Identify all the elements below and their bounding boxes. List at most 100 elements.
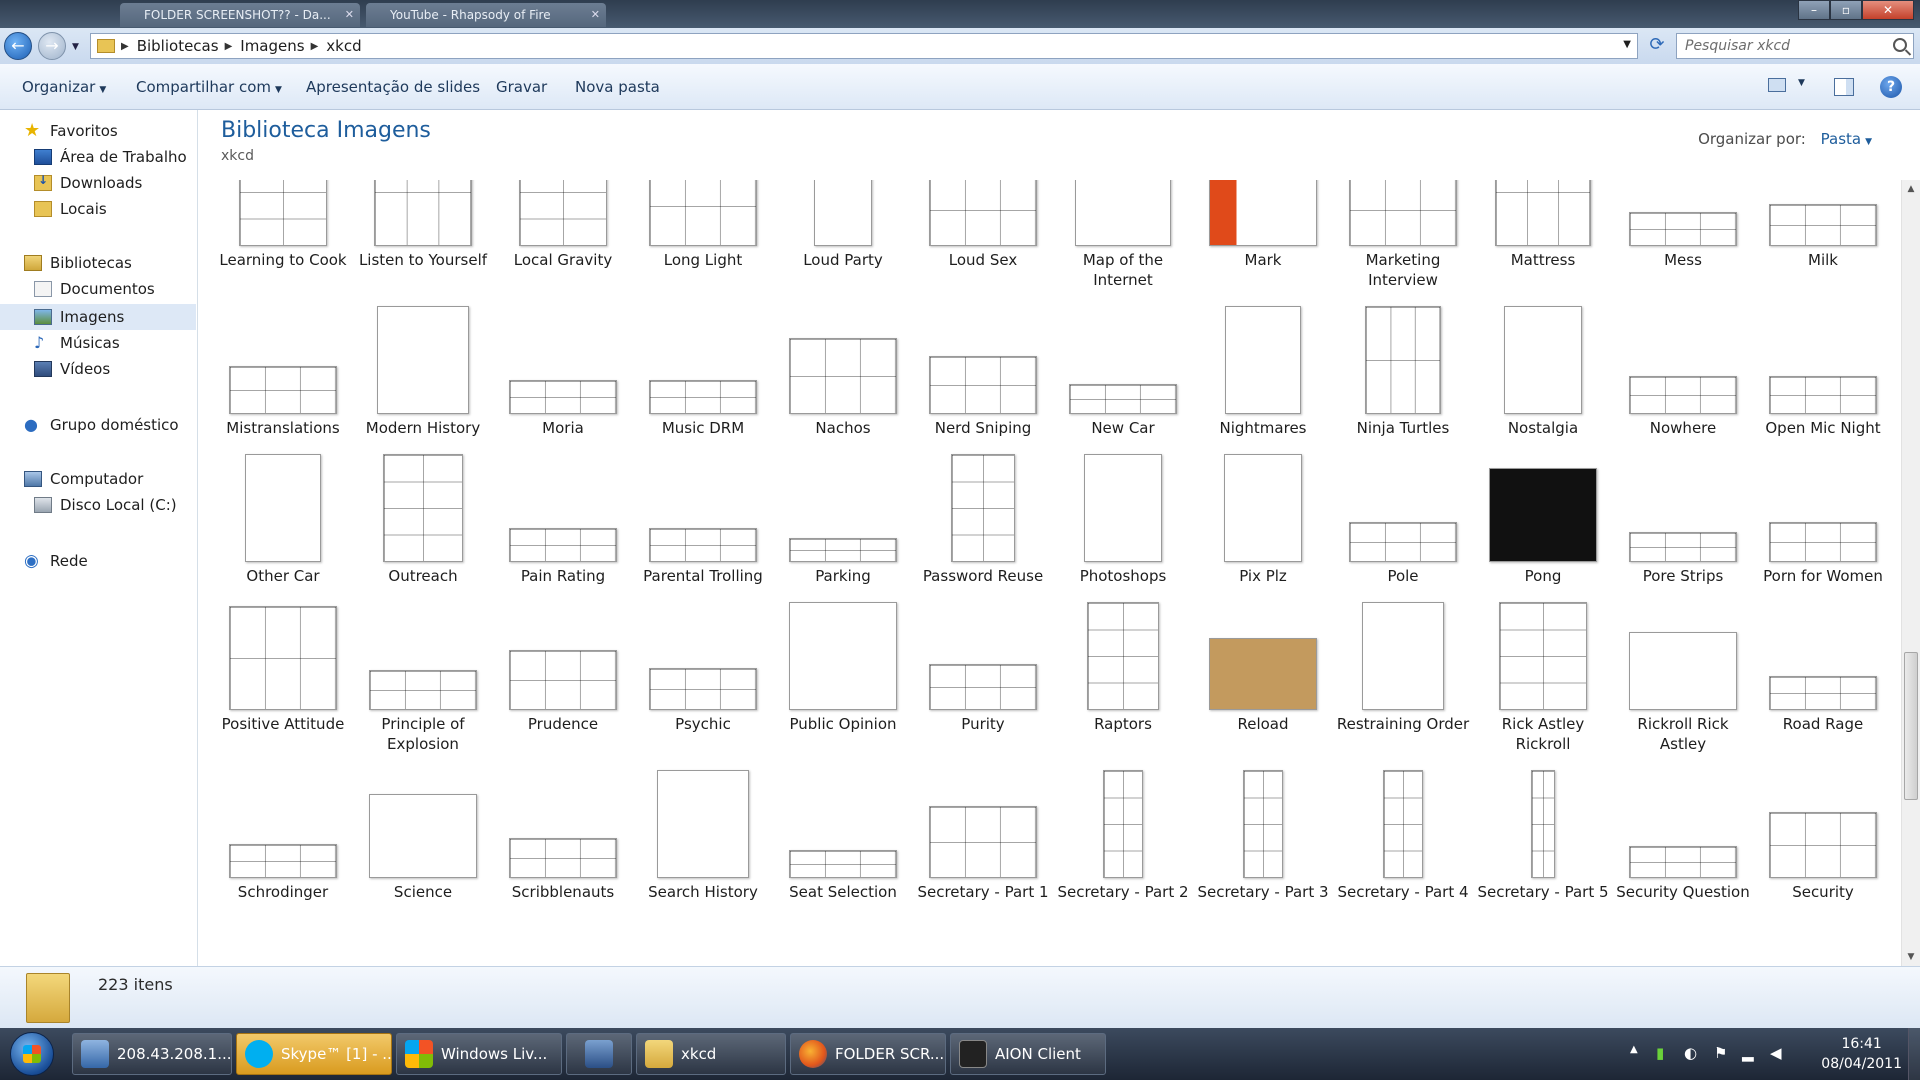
image-thumbnail[interactable] bbox=[657, 770, 749, 878]
image-thumbnail[interactable] bbox=[1769, 522, 1877, 562]
sidebar-item-music[interactable]: ♪ Músicas bbox=[0, 330, 196, 356]
image-thumbnail[interactable] bbox=[789, 602, 897, 710]
search-icon[interactable] bbox=[1893, 38, 1907, 52]
signal-icon[interactable]: ▮ bbox=[1656, 1044, 1664, 1062]
start-button[interactable] bbox=[10, 1032, 54, 1076]
breadcrumb-imagens[interactable]: Imagens bbox=[240, 37, 304, 55]
image-thumbnail[interactable] bbox=[1489, 468, 1597, 562]
image-thumbnail[interactable] bbox=[1629, 212, 1737, 246]
image-thumbnail[interactable] bbox=[1224, 454, 1302, 562]
image-thumbnail[interactable] bbox=[649, 528, 757, 562]
maximize-button[interactable]: ▫ bbox=[1830, 0, 1862, 20]
image-thumbnail[interactable] bbox=[1629, 532, 1737, 562]
scroll-up-icon[interactable]: ▲ bbox=[1902, 180, 1920, 198]
show-desktop-button[interactable] bbox=[1908, 1028, 1920, 1080]
image-thumbnail[interactable] bbox=[1349, 522, 1457, 562]
image-thumbnail[interactable] bbox=[789, 850, 897, 878]
image-thumbnail[interactable] bbox=[509, 528, 617, 562]
image-thumbnail[interactable] bbox=[789, 538, 897, 562]
breadcrumb-bibliotecas[interactable]: Bibliotecas bbox=[137, 37, 219, 55]
image-thumbnail[interactable] bbox=[1629, 376, 1737, 414]
address-field[interactable]: ▶ Bibliotecas ▶ Imagens ▶ xkcd ▼ bbox=[90, 33, 1638, 59]
image-thumbnail[interactable] bbox=[951, 454, 1015, 562]
chevron-down-icon[interactable]: ▼ bbox=[1798, 78, 1805, 88]
chevron-down-icon[interactable]: ▼ bbox=[1623, 39, 1631, 50]
taskbar-button-skype[interactable]: Skype™ [1] - ... bbox=[236, 1033, 392, 1075]
sidebar-item-local-disk[interactable]: Disco Local (C:) bbox=[0, 492, 196, 518]
image-thumbnail[interactable] bbox=[509, 380, 617, 414]
chevron-up-icon[interactable]: ▲ bbox=[1630, 1044, 1638, 1055]
image-thumbnail[interactable] bbox=[245, 454, 321, 562]
slideshow-button[interactable]: Apresentação de slides bbox=[306, 78, 480, 96]
image-thumbnail[interactable] bbox=[814, 180, 872, 246]
image-thumbnail[interactable] bbox=[1504, 306, 1582, 414]
minimize-button[interactable]: – bbox=[1798, 0, 1830, 20]
sidebar-item-libraries[interactable]: Bibliotecas bbox=[0, 250, 196, 276]
image-thumbnail[interactable] bbox=[1769, 812, 1877, 878]
taskbar-button-remote[interactable]: 208.43.208.1... bbox=[72, 1033, 232, 1075]
image-thumbnail[interactable] bbox=[1103, 770, 1143, 878]
image-thumbnail[interactable] bbox=[229, 844, 337, 878]
image-thumbnail[interactable] bbox=[929, 356, 1037, 414]
sidebar-item-videos[interactable]: Vídeos bbox=[0, 356, 196, 382]
arrange-dropdown[interactable]: Pasta bbox=[1821, 130, 1861, 148]
sidebar-item-homegroup[interactable]: ● Grupo doméstico bbox=[0, 412, 196, 438]
organize-menu[interactable]: Organizar ▼ bbox=[22, 78, 106, 96]
browser-tab[interactable]: YouTube - Rhapsody of Fire ✕ bbox=[366, 3, 606, 27]
image-thumbnail[interactable] bbox=[383, 454, 463, 562]
sidebar-item-documents[interactable]: Documentos bbox=[0, 276, 196, 302]
preview-pane-icon[interactable] bbox=[1834, 78, 1854, 96]
sidebar-item-images[interactable]: Imagens bbox=[0, 304, 196, 330]
image-thumbnail[interactable] bbox=[369, 794, 477, 878]
taskbar-button-firefox[interactable]: FOLDER SCR... bbox=[790, 1033, 946, 1075]
image-thumbnail[interactable] bbox=[1531, 770, 1555, 878]
refresh-icon[interactable]: ⟳ bbox=[1644, 33, 1670, 59]
image-thumbnail[interactable] bbox=[1349, 180, 1457, 246]
image-thumbnail[interactable] bbox=[374, 180, 472, 246]
chevron-right-icon[interactable]: ▶ bbox=[225, 41, 233, 52]
image-thumbnail[interactable] bbox=[929, 664, 1037, 710]
image-thumbnail[interactable] bbox=[519, 180, 607, 246]
image-thumbnail[interactable] bbox=[1084, 454, 1162, 562]
image-thumbnail[interactable] bbox=[649, 668, 757, 710]
burn-button[interactable]: Gravar bbox=[496, 78, 547, 96]
image-thumbnail[interactable] bbox=[1362, 602, 1444, 710]
image-thumbnail[interactable] bbox=[509, 838, 617, 878]
back-button[interactable]: ← bbox=[4, 32, 32, 60]
scrollbar-thumb[interactable] bbox=[1904, 652, 1918, 800]
image-thumbnail[interactable] bbox=[1499, 602, 1587, 710]
sidebar-item-places[interactable]: Locais bbox=[0, 196, 196, 222]
chevron-right-icon[interactable]: ▶ bbox=[121, 41, 129, 52]
volume-icon[interactable]: ◀ bbox=[1770, 1044, 1782, 1062]
sidebar-item-downloads[interactable]: Downloads bbox=[0, 170, 196, 196]
clock[interactable]: 16:41 08/04/2011 bbox=[1821, 1034, 1902, 1074]
close-button[interactable]: ✕ bbox=[1862, 0, 1914, 20]
wireless-icon[interactable]: ▂ bbox=[1742, 1044, 1754, 1062]
image-thumbnail[interactable] bbox=[377, 306, 469, 414]
search-input[interactable]: Pesquisar xkcd bbox=[1676, 33, 1914, 59]
close-icon[interactable]: ✕ bbox=[345, 3, 354, 27]
vertical-scrollbar[interactable]: ▲ ▼ bbox=[1901, 180, 1920, 966]
image-thumbnail[interactable] bbox=[649, 180, 757, 246]
browser-tab[interactable]: FOLDER SCREENSHOT?? - Da... ✕ bbox=[120, 3, 360, 27]
taskbar-button-media-player[interactable] bbox=[566, 1033, 632, 1075]
image-thumbnail[interactable] bbox=[1225, 306, 1301, 414]
image-thumbnail[interactable] bbox=[1075, 180, 1171, 246]
chevron-down-icon[interactable]: ▼ bbox=[1865, 137, 1872, 147]
image-thumbnail[interactable] bbox=[1629, 632, 1737, 710]
image-thumbnail[interactable] bbox=[929, 806, 1037, 878]
image-thumbnail[interactable] bbox=[789, 338, 897, 414]
image-thumbnail[interactable] bbox=[1769, 676, 1877, 710]
image-thumbnail[interactable] bbox=[1495, 180, 1591, 246]
new-folder-button[interactable]: Nova pasta bbox=[575, 78, 660, 96]
taskbar-button-windows-live[interactable]: Windows Liv... bbox=[396, 1033, 562, 1075]
image-thumbnail[interactable] bbox=[229, 606, 337, 710]
recent-pages-dropdown-icon[interactable]: ▼ bbox=[72, 42, 79, 52]
sidebar-item-favorites[interactable]: ★ Favoritos bbox=[0, 118, 196, 144]
image-thumbnail[interactable] bbox=[1629, 846, 1737, 878]
image-thumbnail[interactable] bbox=[509, 650, 617, 710]
sidebar-item-desktop[interactable]: Área de Trabalho bbox=[0, 144, 196, 170]
network-icon[interactable]: ◐ bbox=[1684, 1044, 1697, 1062]
image-thumbnail[interactable] bbox=[369, 670, 477, 710]
chevron-right-icon[interactable]: ▶ bbox=[311, 41, 319, 52]
